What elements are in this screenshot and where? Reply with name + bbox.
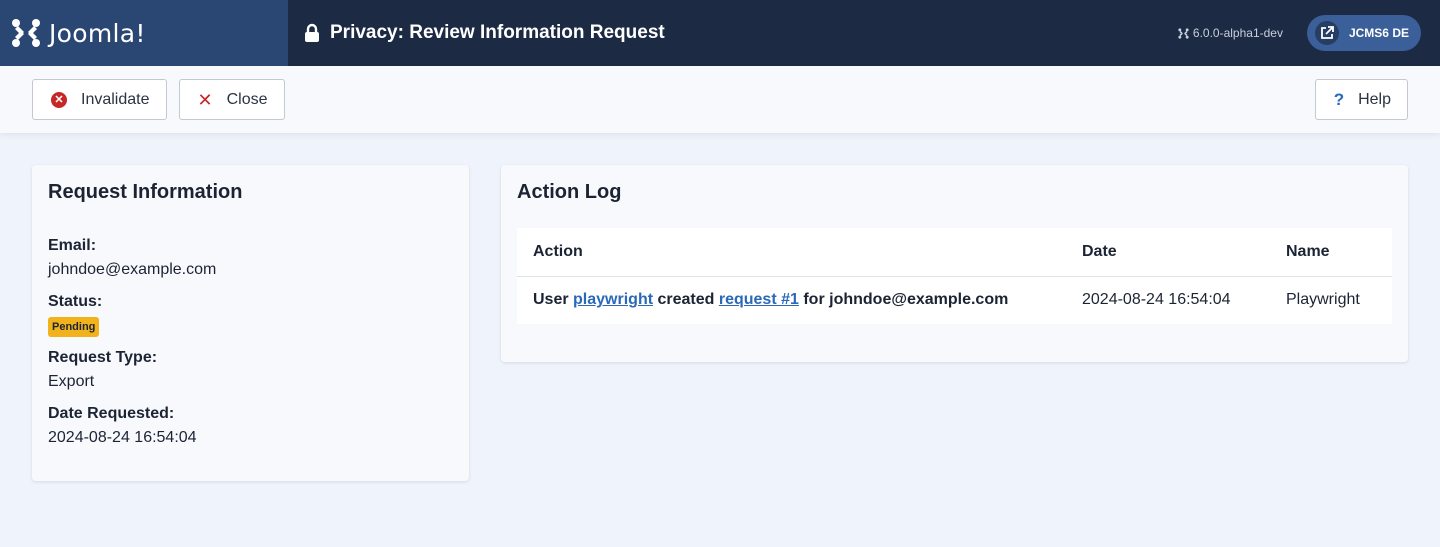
action-log-title: Action Log xyxy=(517,181,622,203)
status-badge: Pending xyxy=(48,317,100,337)
toolbar: ✕ Invalidate ✕ Close ? Help xyxy=(0,66,1440,133)
action-suffix: for johndoe@example.com xyxy=(798,291,1009,309)
table-header-row: Action Date Name xyxy=(517,228,1392,277)
header-right: 6.0.0-alpha1-dev JCMS6 DE xyxy=(1178,0,1440,66)
column-date: Date xyxy=(1066,228,1270,277)
brand[interactable]: Joomla! xyxy=(0,0,288,66)
view-site-button[interactable]: JCMS6 DE xyxy=(1306,15,1421,51)
name-cell: Playwright xyxy=(1286,291,1360,309)
close-label: Close xyxy=(226,90,268,108)
invalidate-label: Invalidate xyxy=(81,90,150,108)
request-type-label: Request Type: xyxy=(48,349,158,366)
header: Joomla! Privacy: Review Information Requ… xyxy=(0,0,1440,66)
main-content: Request Information Email: johndoe@examp… xyxy=(0,133,1440,513)
user-link[interactable]: playwright xyxy=(573,291,653,308)
action-cell: User playwright created request #1 for j… xyxy=(517,276,1066,324)
email-value: johndoe@example.com xyxy=(48,261,217,278)
action-log-card: Action Log Action Date Name User playwri… xyxy=(501,165,1408,362)
request-type-value: Export xyxy=(48,373,95,390)
date-requested-label: Date Requested: xyxy=(48,405,175,422)
lock-icon xyxy=(304,23,320,43)
close-button[interactable]: ✕ Close xyxy=(178,79,285,120)
column-action: Action xyxy=(517,228,1066,277)
title-area: Privacy: Review Information Request xyxy=(288,0,1178,66)
date-cell: 2024-08-24 16:54:04 xyxy=(1082,291,1231,309)
close-icon: ✕ xyxy=(197,89,213,110)
column-name: Name xyxy=(1270,228,1392,277)
action-prefix: User xyxy=(533,291,574,309)
help-button[interactable]: ? Help xyxy=(1314,79,1408,120)
times-circle-icon: ✕ xyxy=(51,91,67,108)
version-text: 6.0.0-alpha1-dev xyxy=(1192,26,1283,40)
version-info: 6.0.0-alpha1-dev xyxy=(1178,26,1283,40)
request-information-title: Request Information xyxy=(48,181,243,203)
joomla-icon xyxy=(12,19,40,47)
status-label: Status: xyxy=(48,293,103,310)
status-value: Pending xyxy=(48,314,453,338)
action-middle: created xyxy=(653,291,719,309)
external-link-icon xyxy=(1314,21,1339,45)
date-requested-value: 2024-08-24 16:54:04 xyxy=(48,429,197,446)
site-name: JCMS6 DE xyxy=(1348,26,1409,40)
action-log-table: Action Date Name User playwright created… xyxy=(517,228,1392,324)
invalidate-button[interactable]: ✕ Invalidate xyxy=(32,79,167,120)
joomla-logo: Joomla! xyxy=(11,18,146,48)
joomla-small-icon xyxy=(1178,27,1189,39)
request-link[interactable]: request #1 xyxy=(719,291,799,308)
email-label: Email: xyxy=(48,237,97,254)
request-information-card: Request Information Email: johndoe@examp… xyxy=(32,165,469,481)
page-title: Privacy: Review Information Request xyxy=(330,22,665,43)
request-info-list: Email: johndoe@example.com Status: Pendi… xyxy=(48,234,453,450)
brand-name: Joomla! xyxy=(49,18,146,48)
question-icon: ? xyxy=(1333,89,1345,109)
table-row: User playwright created request #1 for j… xyxy=(517,276,1392,324)
help-label: Help xyxy=(1358,90,1391,108)
